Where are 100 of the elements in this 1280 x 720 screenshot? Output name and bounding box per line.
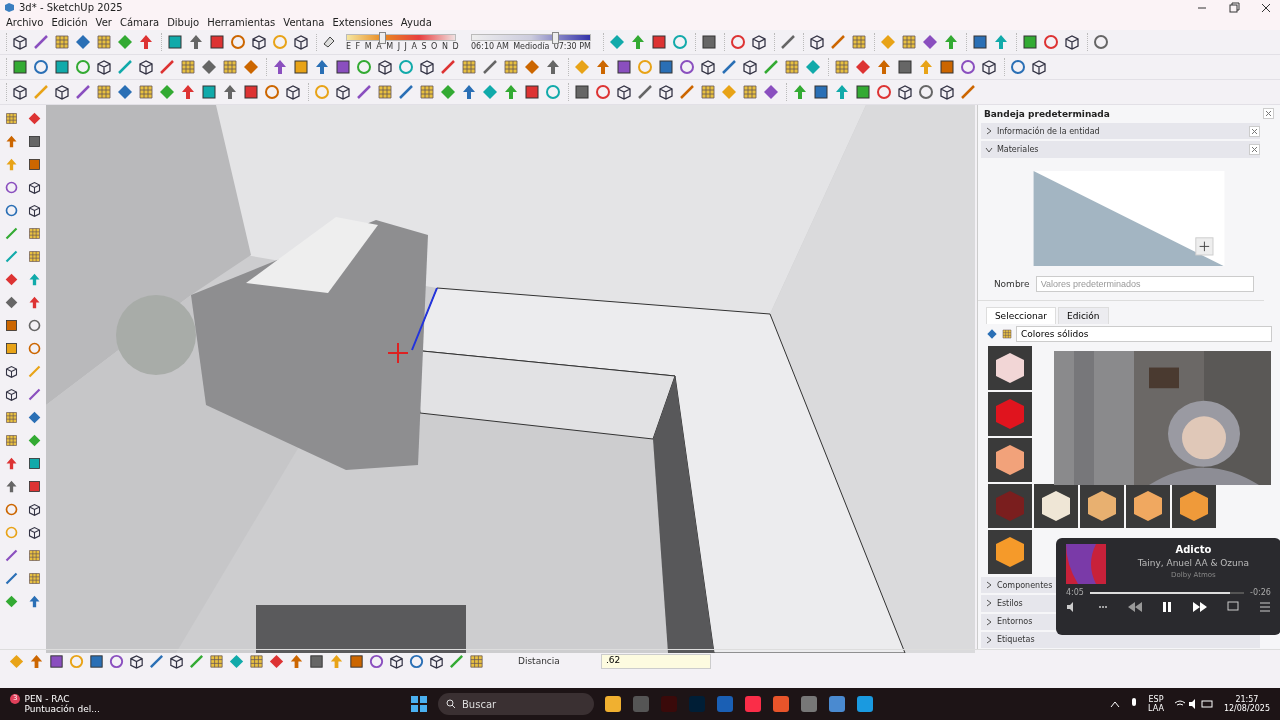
cube-icon[interactable] <box>334 83 352 101</box>
circle-icon[interactable] <box>108 652 125 670</box>
grid-icon[interactable] <box>376 83 394 101</box>
cube-icon[interactable] <box>53 83 71 101</box>
cube-icon[interactable] <box>750 33 768 51</box>
circle-icon[interactable] <box>368 652 385 670</box>
arrow-icon[interactable] <box>137 33 155 51</box>
arrow-icon[interactable] <box>328 652 345 670</box>
line-icon[interactable] <box>3 249 19 264</box>
cube-icon[interactable] <box>3 387 19 402</box>
line-icon[interactable] <box>397 83 415 101</box>
arrow-icon[interactable] <box>179 83 197 101</box>
grid-icon[interactable] <box>741 83 759 101</box>
arrow-icon[interactable] <box>26 295 42 310</box>
diamond-icon[interactable] <box>481 83 499 101</box>
diamond-icon[interactable] <box>26 410 42 425</box>
square-icon[interactable] <box>938 58 956 76</box>
square-icon[interactable] <box>3 341 19 356</box>
arrow-icon[interactable] <box>313 58 331 76</box>
line-icon[interactable] <box>636 83 654 101</box>
cube-icon[interactable] <box>980 58 998 76</box>
app-icon[interactable] <box>828 695 846 713</box>
line-icon[interactable] <box>481 58 499 76</box>
grid-icon[interactable] <box>460 58 478 76</box>
more-icon[interactable] <box>1097 605 1108 609</box>
queue-icon[interactable] <box>1258 602 1271 612</box>
panel-header[interactable]: Materiales <box>980 141 1260 158</box>
app-icon[interactable] <box>604 695 622 713</box>
cube-icon[interactable] <box>26 203 42 218</box>
circle-icon[interactable] <box>1009 58 1027 76</box>
cube-icon[interactable] <box>284 83 302 101</box>
line-icon[interactable] <box>720 58 738 76</box>
arrow-icon[interactable] <box>187 33 205 51</box>
measure-field[interactable]: .62 <box>601 653 711 669</box>
cube-icon[interactable] <box>808 33 826 51</box>
menu-item[interactable]: Ayuda <box>400 17 432 28</box>
cube-icon[interactable] <box>11 83 29 101</box>
menu-item[interactable]: Archivo <box>6 17 44 28</box>
arrow-icon[interactable] <box>3 479 19 494</box>
circle-icon[interactable] <box>408 652 425 670</box>
grid-icon[interactable] <box>208 652 225 670</box>
time-slider-thumb[interactable] <box>552 31 560 44</box>
grid-icon[interactable] <box>468 652 485 670</box>
grid-icon[interactable] <box>418 83 436 101</box>
line-icon[interactable] <box>3 571 19 586</box>
grid-icon[interactable] <box>248 652 265 670</box>
square-icon[interactable] <box>26 479 42 494</box>
cube-icon[interactable] <box>418 58 436 76</box>
arrow-icon[interactable] <box>875 58 893 76</box>
grid-icon[interactable] <box>179 58 197 76</box>
cube-icon[interactable] <box>292 33 310 51</box>
cube-icon[interactable] <box>657 83 675 101</box>
grid-icon[interactable] <box>95 83 113 101</box>
circle-icon[interactable] <box>729 33 747 51</box>
arrow-icon[interactable] <box>594 58 612 76</box>
arrow-icon[interactable] <box>288 652 305 670</box>
square-icon[interactable] <box>200 83 218 101</box>
circle-icon[interactable] <box>3 180 19 195</box>
cube-icon[interactable] <box>699 58 717 76</box>
cube-icon[interactable] <box>741 58 759 76</box>
grid-icon[interactable] <box>3 433 19 448</box>
circle-icon[interactable] <box>3 502 19 517</box>
grid-icon[interactable] <box>699 83 717 101</box>
diamond-icon[interactable] <box>268 652 285 670</box>
menu-item[interactable]: Cámara <box>119 17 160 28</box>
diamond-icon[interactable] <box>804 58 822 76</box>
square-icon[interactable] <box>334 58 352 76</box>
cube-icon[interactable] <box>615 83 633 101</box>
square-icon[interactable] <box>26 134 42 149</box>
square-icon[interactable] <box>615 58 633 76</box>
line-icon[interactable] <box>74 83 92 101</box>
diamond-icon[interactable] <box>26 433 42 448</box>
square-icon[interactable] <box>3 318 19 333</box>
diamond-icon[interactable] <box>3 272 19 287</box>
circle-icon[interactable] <box>594 83 612 101</box>
app-icon[interactable] <box>744 695 762 713</box>
grid-icon[interactable] <box>26 548 42 563</box>
library-dropdown[interactable]: Colores sólidos <box>1015 326 1272 343</box>
line-icon[interactable] <box>158 58 176 76</box>
circle-icon[interactable] <box>26 318 42 333</box>
square-icon[interactable] <box>48 652 65 670</box>
grid-icon[interactable] <box>26 571 42 586</box>
square-icon[interactable] <box>812 83 830 101</box>
grid-icon[interactable] <box>26 249 42 264</box>
tab[interactable]: Seleccionar <box>985 307 1056 325</box>
line-icon[interactable] <box>3 548 19 563</box>
cube-icon[interactable] <box>388 652 405 670</box>
cube-icon[interactable] <box>428 652 445 670</box>
diamond-icon[interactable] <box>985 328 998 341</box>
arrow-icon[interactable] <box>271 58 289 76</box>
square-icon[interactable] <box>523 83 541 101</box>
line-icon[interactable] <box>148 652 165 670</box>
grid-icon[interactable] <box>26 226 42 241</box>
grid-icon[interactable] <box>137 83 155 101</box>
cube-icon[interactable] <box>896 83 914 101</box>
app-icon[interactable] <box>800 695 818 713</box>
diamond-icon[interactable] <box>158 83 176 101</box>
model-drawing[interactable] <box>45 105 975 653</box>
grid-icon[interactable] <box>95 33 113 51</box>
square-icon[interactable] <box>700 33 718 51</box>
